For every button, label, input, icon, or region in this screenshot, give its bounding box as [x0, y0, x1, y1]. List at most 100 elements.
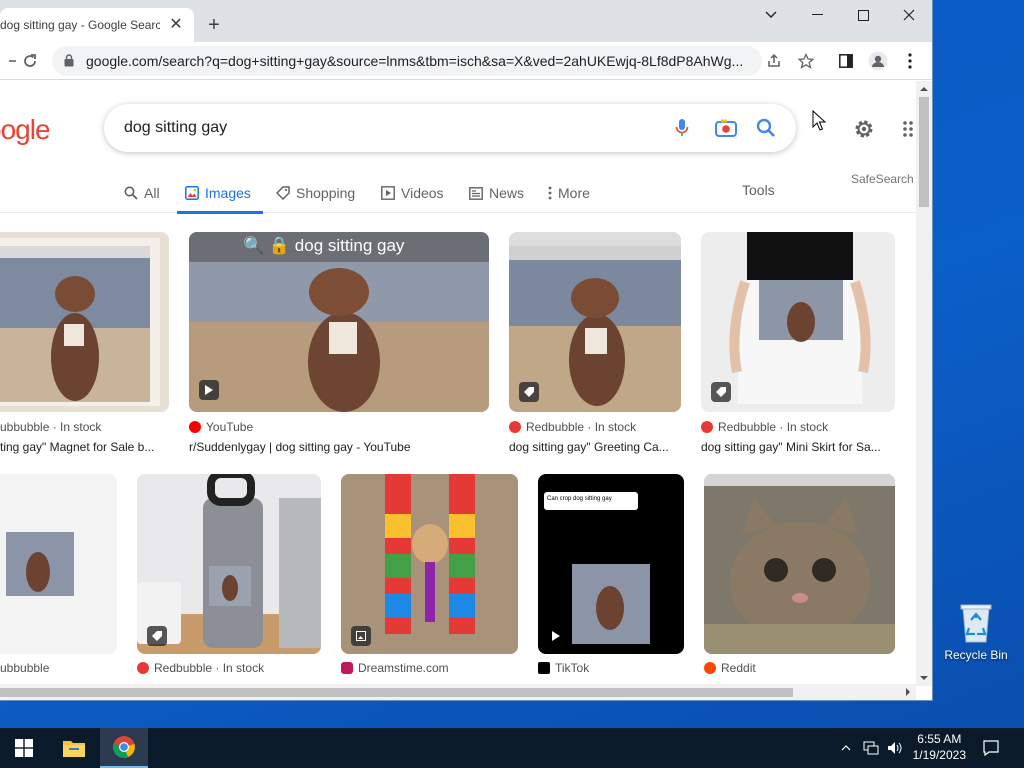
search-icon[interactable] [754, 116, 778, 140]
taskbar: 6:55 AM 1/19/2023 [0, 728, 1024, 768]
image-result[interactable]: Reddit [704, 474, 895, 684]
result-thumbnail[interactable]: 🔍 🔒 dog sitting gay [189, 232, 489, 412]
show-hidden-icons-button[interactable] [836, 728, 856, 768]
minimize-button[interactable] [794, 0, 840, 30]
vertical-scroll-thumb[interactable] [919, 97, 929, 207]
notification-icon [983, 740, 999, 756]
tab-close-icon[interactable]: ✕ [166, 15, 186, 35]
volume-icon[interactable] [884, 728, 906, 768]
address-bar[interactable]: google.com/search?q=dog+sitting+gay&sour… [52, 46, 762, 76]
result-source[interactable]: ubbubble [0, 661, 49, 675]
image-result[interactable]: Redbubble · In stock [137, 474, 321, 684]
scroll-down-icon[interactable] [916, 672, 932, 684]
action-center-button[interactable] [970, 728, 1012, 768]
image-result[interactable]: Dreamstime.com [341, 474, 518, 684]
image-result[interactable]: ubbubble [0, 474, 117, 684]
tab-images[interactable]: Images [177, 173, 263, 214]
result-source[interactable]: Redbubble · In stock [137, 661, 264, 675]
result-source[interactable]: ubbubble · In stock [0, 420, 101, 434]
tab-news[interactable]: News [469, 173, 524, 213]
tab-more[interactable]: More [548, 173, 590, 213]
google-apps-icon[interactable] [902, 119, 916, 144]
scroll-right-icon[interactable] [902, 684, 914, 700]
horizontal-scroll-thumb[interactable] [0, 688, 793, 697]
settings-gear-icon[interactable] [852, 117, 876, 146]
result-caption[interactable]: dog sitting gay" Greeting Ca... [509, 440, 681, 454]
lock-icon [64, 54, 74, 72]
reload-icon [24, 54, 36, 67]
chrome-menu-button[interactable] [898, 49, 922, 73]
tab-videos[interactable]: Videos [381, 173, 444, 213]
result-thumbnail[interactable] [701, 232, 895, 412]
recycle-bin-shortcut[interactable]: Recycle Bin [940, 602, 1012, 662]
logo-text: oogle [0, 114, 51, 145]
image-result[interactable]: Redbubble · In stock dog sitting gay" Gr… [509, 232, 681, 454]
reload-button[interactable] [18, 49, 42, 73]
close-window-button[interactable] [886, 0, 932, 30]
close-icon [903, 9, 915, 21]
share-button[interactable] [762, 49, 786, 73]
clock-date: 1/19/2023 [912, 748, 966, 762]
result-thumbnail[interactable] [137, 474, 321, 654]
camera-icon[interactable] [714, 116, 738, 140]
result-thumbnail[interactable] [509, 232, 681, 412]
tab-videos-label: Videos [401, 185, 444, 201]
image-result[interactable]: Can crop dog sitting gay TikTok [538, 474, 684, 684]
search-box[interactable]: dog sitting gay [104, 104, 796, 152]
tab-all[interactable]: All [124, 173, 160, 213]
result-thumbnail[interactable]: Can crop dog sitting gay [538, 474, 684, 654]
network-icon[interactable] [860, 728, 882, 768]
bookmark-button[interactable] [794, 49, 818, 73]
result-thumbnail[interactable] [341, 474, 518, 654]
tab-google-search[interactable]: dog sitting gay - Google Search ✕ [0, 8, 194, 42]
newspaper-icon [469, 186, 483, 200]
safesearch-button[interactable]: SafeSearch [851, 172, 914, 186]
microphone-icon[interactable] [670, 116, 694, 140]
vertical-scrollbar[interactable] [916, 81, 932, 686]
tag-icon [276, 186, 290, 200]
maximize-button[interactable] [840, 0, 886, 30]
horizontal-scrollbar[interactable] [0, 684, 916, 700]
source-text: Dreamstime.com [358, 661, 449, 675]
result-caption[interactable]: r/Suddenlygay | dog sitting gay - YouTub… [189, 440, 489, 454]
tab-search-button[interactable] [748, 0, 794, 30]
result-source[interactable]: Reddit [704, 661, 756, 675]
search-query[interactable]: dog sitting gay [124, 119, 227, 137]
recycle-bin-icon [957, 602, 995, 644]
tab-news-label: News [489, 185, 525, 201]
image-result[interactable]: ubbubble · In stock ting gay" Magnet for… [0, 232, 169, 454]
google-logo[interactable]: oogle [0, 114, 51, 146]
minimize-icon [811, 14, 823, 15]
browser-toolbar: google.com/search?q=dog+sitting+gay&sour… [0, 42, 932, 80]
clock-time: 6:55 AM [917, 732, 962, 746]
source-text: Reddit [721, 661, 756, 675]
system-clock[interactable]: 6:55 AM 1/19/2023 [913, 731, 966, 763]
result-thumbnail[interactable] [0, 232, 169, 412]
result-source[interactable]: Dreamstime.com [341, 661, 449, 675]
result-caption[interactable]: ting gay" Magnet for Sale b... [0, 440, 165, 454]
result-thumbnail[interactable] [704, 474, 895, 654]
result-source[interactable]: TikTok [538, 661, 589, 675]
tab-images-label: Images [205, 185, 251, 201]
tab-shopping[interactable]: Shopping [276, 173, 355, 213]
new-tab-button[interactable]: + [202, 14, 226, 38]
profile-button[interactable] [866, 49, 890, 73]
start-button[interactable] [0, 728, 48, 768]
result-thumbnail[interactable] [0, 474, 117, 654]
result-source[interactable]: Redbubble · In stock [701, 420, 828, 434]
tiktok-icon [538, 662, 550, 674]
tools-button[interactable]: Tools [742, 182, 775, 198]
result-source[interactable]: YouTube [189, 420, 253, 434]
chrome-taskbar-button[interactable] [100, 728, 148, 768]
result-caption[interactable]: dog sitting gay" Mini Skirt for Sa... [701, 440, 895, 454]
dreamstime-icon [341, 662, 353, 674]
image-result[interactable]: 🔍 🔒 dog sitting gay YouTube r/Suddenlyga… [189, 232, 489, 454]
image-badge-icon [351, 626, 371, 646]
image-result[interactable]: Redbubble · In stock dog sitting gay" Mi… [701, 232, 895, 454]
source-text: ubbubble · In stock [0, 420, 102, 434]
tag-badge-icon [711, 382, 731, 402]
scroll-up-icon[interactable] [916, 83, 932, 95]
result-source[interactable]: Redbubble · In stock [509, 420, 636, 434]
side-panel-button[interactable] [834, 49, 858, 73]
file-explorer-button[interactable] [50, 728, 98, 768]
